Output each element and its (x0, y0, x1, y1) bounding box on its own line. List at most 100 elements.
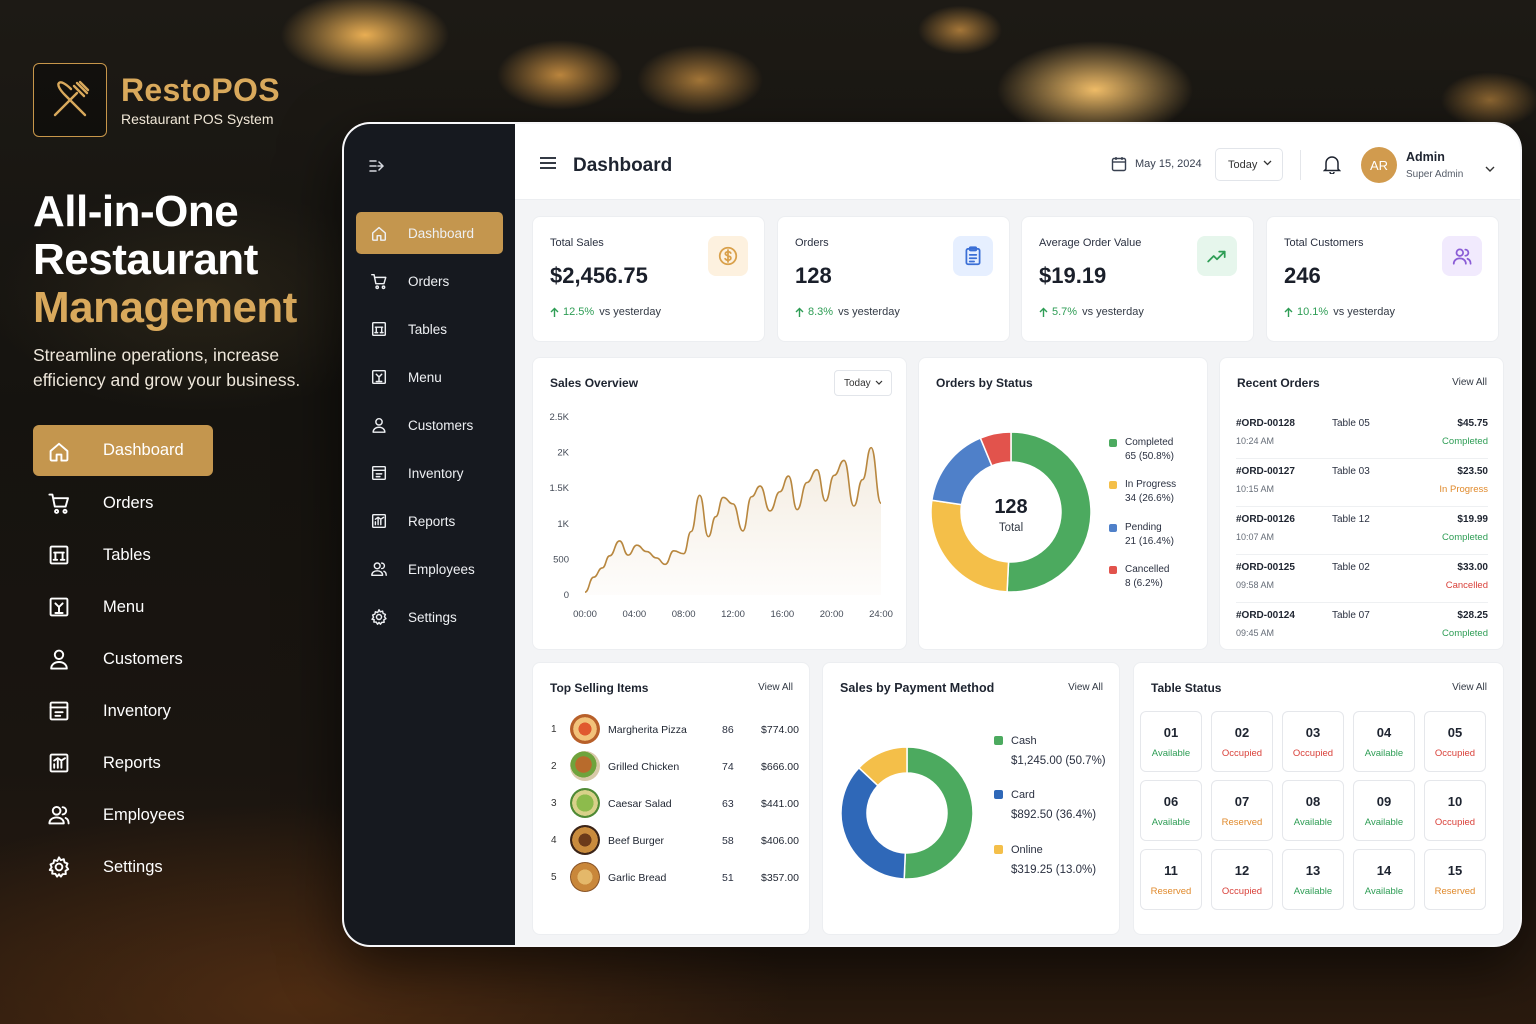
sidebar-item-customers[interactable]: Customers (356, 404, 503, 446)
item-amount: $406.00 (761, 835, 799, 847)
top-item-row[interactable]: 3 Caesar Salad 63 $441.00 (548, 786, 799, 823)
item-rank: 5 (551, 872, 557, 883)
user-name[interactable]: Admin (1406, 150, 1445, 164)
app-window: Dashboard Orders Tables Menu Customers Invent… (342, 122, 1522, 947)
top-item-row[interactable]: 5 Garlic Bread 51 $357.00 (548, 860, 799, 897)
table-tile[interactable]: 10 Occupied (1424, 780, 1486, 841)
payment-method-card: Sales by Payment Method View All Cash $1,… (822, 662, 1120, 935)
sidebar-item-reports[interactable]: Reports (356, 500, 503, 542)
item-qty: 63 (722, 798, 734, 810)
table-number: 03 (1305, 725, 1321, 740)
sidebar-item-tables[interactable]: Tables (356, 308, 503, 350)
sidebar-item-dashboard[interactable]: Dashboard (356, 212, 503, 254)
order-status: Cancelled (1445, 580, 1488, 591)
top-item-row[interactable]: 4 Beef Burger 58 $406.00 (548, 823, 799, 860)
chevron-down-icon[interactable] (1485, 160, 1495, 178)
view-all-link[interactable]: View All (758, 682, 793, 693)
table-tile[interactable]: 02 Occupied (1211, 711, 1273, 772)
table-tile[interactable]: 08 Available (1282, 780, 1344, 841)
hero-nav-item-settings[interactable]: Settings (33, 842, 213, 892)
table-tile[interactable]: 03 Occupied (1282, 711, 1344, 772)
sidebar-item-orders[interactable]: Orders (356, 260, 503, 302)
view-all-link[interactable]: View All (1452, 377, 1487, 388)
bell-icon[interactable] (1322, 154, 1342, 179)
status-slice-pending[interactable] (931, 437, 993, 506)
table-status-label: Available (1293, 886, 1333, 897)
sales-area (585, 447, 881, 595)
table-status-label: Available (1364, 886, 1404, 897)
payment-slice-card[interactable] (840, 766, 907, 880)
hero-nav-item-reports[interactable]: Reports (33, 738, 213, 788)
sidebar-item-employees[interactable]: Employees (356, 548, 503, 590)
legend-value: 8 (6.2%) (1125, 578, 1163, 589)
view-all-link[interactable]: View All (1452, 682, 1487, 693)
order-row[interactable]: #ORD-00124 09:45 AM Table 07 $28.25 Comp… (1236, 603, 1488, 651)
range-select[interactable]: Today (1215, 148, 1283, 181)
table-tile[interactable]: 12 Occupied (1211, 849, 1273, 910)
brand-subtitle: Restaurant POS System (121, 111, 274, 127)
table-tile[interactable]: 13 Available (1282, 849, 1344, 910)
order-row[interactable]: #ORD-00125 09:58 AM Table 02 $33.00 Canc… (1236, 555, 1488, 603)
payment-slice-cash[interactable] (903, 746, 974, 880)
table-tile[interactable]: 01 Available (1140, 711, 1202, 772)
inventory-icon (47, 699, 87, 723)
table-tile[interactable]: 07 Reserved (1211, 780, 1273, 841)
table-tile[interactable]: 14 Available (1353, 849, 1415, 910)
table-status-label: Occupied (1434, 817, 1476, 828)
order-row[interactable]: #ORD-00126 10:07 AM Table 12 $19.99 Comp… (1236, 507, 1488, 555)
hero-nav-item-customers[interactable]: Customers (33, 634, 213, 684)
hero-nav-item-menu[interactable]: Menu (33, 582, 213, 632)
order-table: Table 03 (1332, 466, 1370, 477)
table-tile[interactable]: 09 Available (1353, 780, 1415, 841)
topbar: Dashboard May 15, 2024 Today AR Admin Su… (515, 124, 1520, 200)
sidebar-item-menu[interactable]: Menu (356, 356, 503, 398)
hero-nav-item-orders[interactable]: Orders (33, 478, 213, 528)
hero-nav-item-tables[interactable]: Tables (33, 530, 213, 580)
top-item-row[interactable]: 2 Grilled Chicken 74 $666.00 (548, 749, 799, 786)
sidebar-item-inventory[interactable]: Inventory (356, 452, 503, 494)
hero-nav-item-inventory[interactable]: Inventory (33, 686, 213, 736)
menu-book-icon (370, 368, 398, 386)
avatar[interactable]: AR (1361, 147, 1397, 183)
table-tile[interactable]: 11 Reserved (1140, 849, 1202, 910)
table-status-label: Available (1151, 748, 1191, 759)
hero-nav-item-dashboard[interactable]: Dashboard (33, 425, 213, 476)
table-number: 09 (1376, 794, 1392, 809)
table-tile[interactable]: 06 Available (1140, 780, 1202, 841)
y-tick-label: 1K (557, 519, 569, 530)
legend-item: Completed 65 (50.8%) (1109, 436, 1174, 464)
sidebar-item-label: Tables (408, 321, 448, 337)
order-row[interactable]: #ORD-00127 10:15 AM Table 03 $23.50 In P… (1236, 459, 1488, 507)
kpi-delta-suffix: vs yesterday (838, 306, 900, 318)
x-tick-label: 04:00 (622, 609, 646, 620)
kpi-label: Average Order Value (1039, 237, 1142, 249)
order-status: Completed (1442, 436, 1488, 447)
hamburger-menu-icon[interactable] (539, 156, 557, 175)
gear-icon (47, 855, 87, 879)
donut-center-label: Total (999, 522, 1023, 534)
legend-value: 21 (16.4%) (1125, 536, 1174, 547)
table-number: 10 (1447, 794, 1463, 809)
table-number: 04 (1376, 725, 1392, 740)
table-tile[interactable]: 05 Occupied (1424, 711, 1486, 772)
collapse-icon[interactable] (368, 158, 386, 179)
legend-swatch (994, 845, 1003, 854)
kpi-delta: 8.3% vs yesterday (795, 306, 900, 318)
order-time: 09:45 AM (1236, 628, 1275, 638)
legend-item: Card $892.50 (36.4%) (994, 786, 1096, 824)
table-status-label: Available (1293, 817, 1333, 828)
top-item-row[interactable]: 1 Margherita Pizza 86 $774.00 (548, 712, 799, 749)
order-id: #ORD-00125 (1236, 562, 1295, 573)
gear-icon (370, 608, 398, 626)
cart-icon (370, 272, 398, 290)
sidebar-item-settings[interactable]: Settings (356, 596, 503, 638)
table-number: 14 (1376, 863, 1392, 878)
table-tile[interactable]: 04 Available (1353, 711, 1415, 772)
item-amount: $774.00 (761, 724, 799, 736)
order-row[interactable]: #ORD-00128 10:24 AM Table 05 $45.75 Comp… (1236, 411, 1488, 459)
range-select-value: Today (1228, 158, 1258, 171)
table-tile[interactable]: 15 Reserved (1424, 849, 1486, 910)
date-display[interactable]: May 15, 2024 (1111, 156, 1202, 172)
hero-nav-item-employees[interactable]: Employees (33, 790, 213, 840)
menu-book-icon (47, 595, 87, 619)
